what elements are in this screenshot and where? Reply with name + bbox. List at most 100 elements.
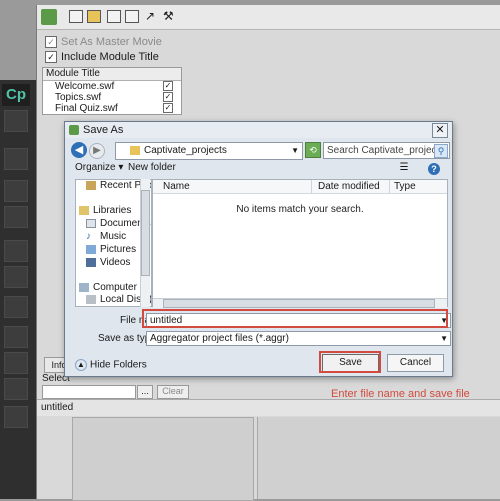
organize-menu[interactable]: Organize ▾ bbox=[75, 162, 123, 173]
address-bar[interactable]: Captivate_projects ▼ bbox=[115, 142, 303, 160]
search-placeholder: Search Captivate_projects bbox=[327, 145, 445, 156]
nav-item-computer[interactable]: Computer bbox=[79, 282, 137, 293]
table-row[interactable]: Topics.swf ✓ bbox=[43, 92, 181, 103]
column-name[interactable]: Name bbox=[163, 181, 190, 192]
chevron-down-icon[interactable]: ▼ bbox=[291, 143, 299, 159]
cp-tool-media-icon[interactable] bbox=[4, 266, 28, 288]
help-icon[interactable]: ? bbox=[428, 163, 440, 175]
master-movie-option[interactable]: ✓ Set As Master Movie bbox=[45, 36, 162, 49]
nav-item-videos[interactable]: Videos bbox=[86, 257, 130, 268]
cp-tool-pointer-icon[interactable] bbox=[4, 406, 28, 428]
module-title: Final Quiz.swf bbox=[55, 103, 118, 114]
cp-tool-image-icon[interactable] bbox=[4, 240, 28, 262]
cp-tool-text-icon[interactable] bbox=[4, 206, 28, 228]
cp-tool-star-icon[interactable] bbox=[4, 148, 28, 170]
column-header-row: Name Date modified Type bbox=[153, 180, 447, 194]
nav-item-libraries[interactable]: Libraries bbox=[79, 205, 131, 216]
close-icon[interactable]: ✕ bbox=[432, 123, 448, 138]
open-folder-icon[interactable] bbox=[87, 10, 101, 23]
chevron-down-icon[interactable]: ▼ bbox=[440, 332, 448, 345]
master-movie-label: Set As Master Movie bbox=[61, 36, 162, 48]
column-type[interactable]: Type bbox=[394, 181, 416, 192]
cp-tool-path-icon[interactable] bbox=[4, 378, 28, 400]
file-list-pane: Name Date modified Type No items match y… bbox=[152, 179, 448, 308]
save-as-type-value: Aggregator project files (*.aggr) bbox=[150, 333, 289, 344]
forward-arrow-icon[interactable]: ▶ bbox=[89, 143, 105, 159]
clear-button[interactable]: Clear bbox=[157, 385, 189, 399]
dialog-title: Save As bbox=[83, 124, 124, 136]
captivate-logo: Cp bbox=[2, 84, 30, 106]
properties-panel bbox=[257, 417, 500, 499]
instruction-callout: Enter file name and save file bbox=[331, 388, 470, 400]
new-folder-button[interactable]: New folder bbox=[128, 162, 176, 173]
nav-item-label: Computer bbox=[93, 282, 137, 293]
nav-item-pictures[interactable]: Pictures bbox=[86, 244, 136, 255]
cp-tool-save-icon[interactable] bbox=[4, 110, 28, 132]
dialog-app-icon bbox=[69, 125, 79, 135]
nav-item-label: Music bbox=[100, 231, 127, 242]
publish-icon[interactable]: ↗ bbox=[145, 10, 159, 23]
save-as-dialog: Save As ✕ ◀ ▶ Captivate_projects ▼ ⟲ Sea… bbox=[64, 121, 453, 377]
module-title: Welcome.swf bbox=[55, 81, 115, 92]
module-include-checkbox[interactable]: ✓ bbox=[163, 92, 173, 102]
captivate-app-sidebar bbox=[0, 80, 38, 499]
module-table-header: Module Title bbox=[43, 68, 181, 81]
save-highlight-box bbox=[319, 351, 381, 373]
nav-item-music[interactable]: ♪ Music bbox=[86, 231, 126, 242]
include-module-title-option[interactable]: ✓ Include Module Title bbox=[45, 51, 159, 64]
file-list-scrollbar-thumb[interactable] bbox=[163, 299, 435, 308]
module-include-checkbox[interactable]: ✓ bbox=[163, 81, 173, 91]
table-row[interactable]: Welcome.swf ✓ bbox=[43, 81, 181, 92]
nav-item-label: Libraries bbox=[93, 205, 132, 216]
include-module-title-label: Include Module Title bbox=[61, 51, 159, 63]
status-bar: untitled bbox=[37, 399, 500, 416]
view-options-icon[interactable]: ☰ bbox=[397, 162, 411, 174]
new-project-icon[interactable] bbox=[69, 10, 83, 23]
include-module-title-checkbox[interactable]: ✓ bbox=[45, 51, 57, 64]
master-movie-checkbox[interactable]: ✓ bbox=[45, 36, 57, 49]
dialog-titlebar: Save As ✕ bbox=[65, 122, 452, 138]
nav-item-label: Videos bbox=[100, 257, 131, 268]
cp-tool-caption-icon[interactable] bbox=[4, 180, 28, 202]
module-include-checkbox[interactable]: ✓ bbox=[163, 103, 173, 113]
back-arrow-icon[interactable]: ◀ bbox=[71, 142, 87, 158]
save-as-icon[interactable] bbox=[125, 10, 139, 23]
empty-message: No items match your search. bbox=[236, 204, 364, 215]
documents-icon bbox=[86, 218, 96, 228]
save-icon[interactable] bbox=[107, 10, 121, 23]
cp-tool-shape-icon[interactable] bbox=[4, 296, 28, 318]
cp-tool-zoom-icon[interactable] bbox=[4, 352, 28, 374]
aggregator-logo-icon bbox=[41, 9, 57, 25]
column-date-modified[interactable]: Date modified bbox=[318, 181, 380, 192]
search-icon[interactable]: ⚲ bbox=[434, 144, 448, 158]
preferences-wrench-icon[interactable]: ⚒ bbox=[163, 10, 177, 23]
pictures-icon bbox=[86, 244, 96, 254]
search-input[interactable]: Search Captivate_projects ⚲ bbox=[323, 142, 450, 159]
select-input[interactable] bbox=[42, 385, 136, 399]
file-name-highlight-box bbox=[142, 309, 448, 328]
music-icon: ♪ bbox=[86, 230, 91, 242]
address-path: Captivate_projects bbox=[144, 145, 227, 156]
module-title: Topics.swf bbox=[55, 92, 102, 103]
module-table: Module Title Welcome.swf ✓ Topics.swf ✓ … bbox=[42, 67, 182, 115]
column-divider[interactable] bbox=[389, 180, 390, 193]
table-row[interactable]: Final Quiz.swf ✓ bbox=[43, 103, 181, 114]
folder-icon bbox=[130, 146, 140, 155]
aggregator-toolbar: ↗ ⚒ bbox=[37, 5, 500, 30]
navigation-scrollbar-thumb[interactable] bbox=[141, 190, 150, 276]
cancel-button[interactable]: Cancel bbox=[387, 354, 444, 372]
refresh-icon[interactable]: ⟲ bbox=[305, 142, 321, 158]
cp-tool-highlight-icon[interactable] bbox=[4, 326, 28, 348]
browse-button[interactable]: ... bbox=[137, 385, 153, 399]
hide-folders-label: Hide Folders bbox=[90, 359, 147, 371]
computer-icon bbox=[79, 282, 89, 292]
videos-icon bbox=[86, 257, 96, 267]
disk-icon bbox=[86, 294, 96, 304]
preview-panel bbox=[72, 417, 254, 501]
column-divider[interactable] bbox=[311, 180, 312, 193]
hide-folders-button[interactable]: ▲ Hide Folders bbox=[75, 359, 147, 371]
save-as-type-select[interactable]: Aggregator project files (*.aggr) ▼ bbox=[146, 331, 451, 346]
chevron-up-icon: ▲ bbox=[75, 359, 87, 371]
recent-places-icon bbox=[86, 180, 96, 190]
nav-item-label: Pictures bbox=[100, 244, 137, 255]
